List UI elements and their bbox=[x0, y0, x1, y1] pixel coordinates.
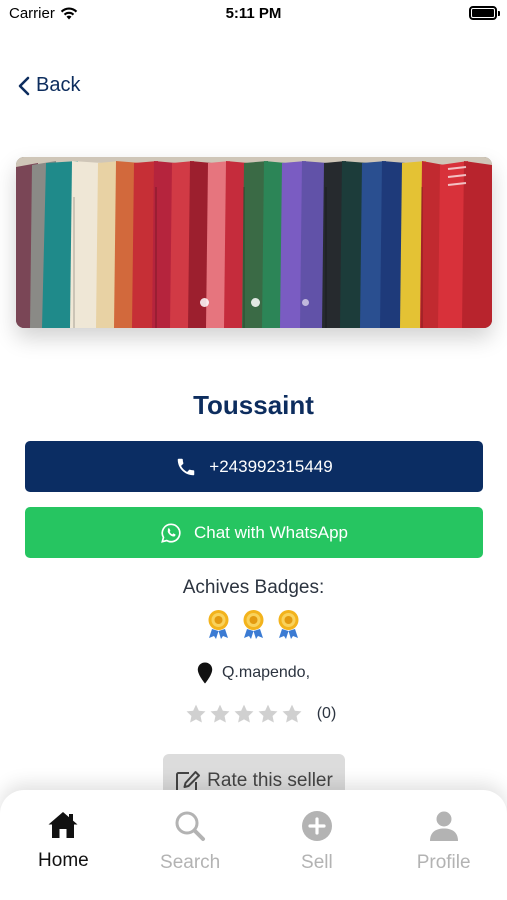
location-text: Q.mapendo, bbox=[221, 664, 311, 681]
medal-badge-icon bbox=[243, 610, 264, 639]
star-icon[interactable] bbox=[233, 703, 255, 725]
whatsapp-label: Chat with WhatsApp bbox=[193, 522, 348, 542]
rating: (0) bbox=[0, 703, 507, 725]
map-pin-icon bbox=[197, 662, 213, 684]
carousel-dot[interactable] bbox=[199, 298, 209, 307]
tab-sell[interactable]: Sell bbox=[254, 790, 381, 900]
whatsapp-chat-button[interactable]: Chat with WhatsApp bbox=[25, 507, 483, 558]
home-icon bbox=[48, 812, 78, 838]
seller-name: Toussaint bbox=[193, 390, 314, 420]
badges-title: Achives Badges: bbox=[182, 577, 325, 598]
tab-label: Sell bbox=[301, 852, 333, 873]
chevron-left-icon bbox=[18, 76, 30, 95]
person-icon bbox=[429, 811, 458, 841]
star-rating[interactable] bbox=[185, 703, 303, 725]
badges-row bbox=[0, 609, 507, 639]
tab-label: Home bbox=[38, 850, 89, 871]
tab-label: Profile bbox=[416, 852, 471, 873]
whatsapp-icon bbox=[161, 522, 181, 543]
star-icon[interactable] bbox=[209, 703, 231, 725]
medal-badge-icon bbox=[208, 610, 229, 639]
tab-label: Search bbox=[160, 852, 221, 873]
plus-circle-icon bbox=[301, 811, 332, 841]
carousel-pagination bbox=[16, 298, 492, 307]
tab-profile[interactable]: Profile bbox=[380, 790, 507, 900]
phone-number: +243992315449 bbox=[209, 456, 333, 476]
carousel-dot[interactable] bbox=[301, 299, 309, 306]
tab-home[interactable]: Home bbox=[0, 790, 127, 900]
location: Q.mapendo, bbox=[0, 662, 507, 684]
battery-icon bbox=[469, 6, 500, 20]
star-icon[interactable] bbox=[185, 703, 207, 725]
medal-badge-icon bbox=[278, 610, 299, 639]
star-icon[interactable] bbox=[281, 703, 303, 725]
back-label: Back bbox=[36, 74, 81, 96]
call-phone-button[interactable]: +243992315449 bbox=[25, 441, 483, 492]
status-time: 5:11 PM bbox=[225, 5, 282, 22]
status-bar: Carrier 5:11 PM bbox=[0, 0, 507, 30]
back-button[interactable]: Back bbox=[18, 74, 80, 97]
rating-count: (0) bbox=[316, 705, 337, 722]
star-icon[interactable] bbox=[257, 703, 279, 725]
tab-search[interactable]: Search bbox=[127, 790, 254, 900]
search-icon bbox=[175, 811, 206, 841]
rate-seller-label: Rate this seller bbox=[207, 770, 333, 791]
bottom-tab-bar: Home Search Sell Profile bbox=[0, 790, 507, 900]
seller-profile-screen: Carrier 5:11 PM Back Toussaint +24399231… bbox=[0, 0, 507, 900]
carousel-dot-active[interactable] bbox=[250, 298, 260, 307]
image-carousel[interactable] bbox=[16, 157, 492, 328]
phone-icon bbox=[178, 458, 195, 475]
